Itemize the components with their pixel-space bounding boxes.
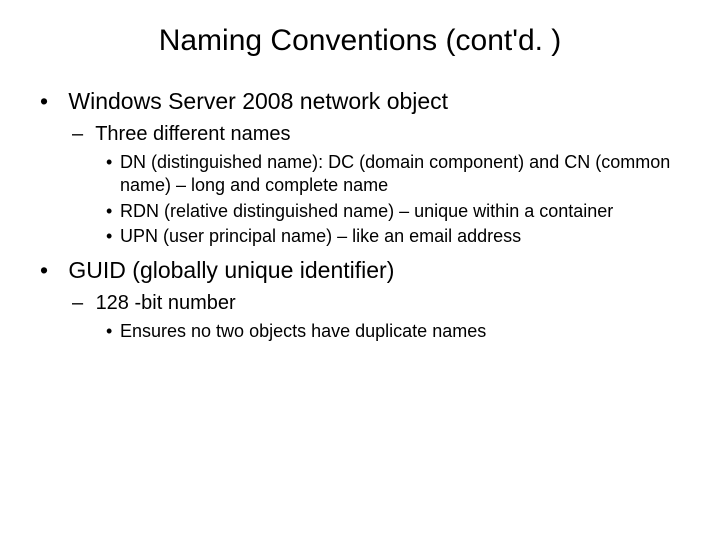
slide-title: Naming Conventions (cont'd. ) [40, 24, 680, 58]
list-item: DN (distinguished name): DC (domain comp… [106, 151, 680, 198]
slide: Naming Conventions (cont'd. ) Windows Se… [0, 0, 720, 540]
bullet-list-lvl2: 128 -bit number Ensures no two objects h… [40, 290, 680, 343]
list-item-text: Ensures no two objects have duplicate na… [120, 321, 486, 341]
list-item: RDN (relative distinguished name) – uniq… [106, 200, 680, 223]
list-item: Three different names DN (distinguished … [72, 121, 680, 249]
bullet-list-lvl3: Ensures no two objects have duplicate na… [72, 320, 680, 343]
list-item: 128 -bit number Ensures no two objects h… [72, 290, 680, 343]
bullet-list-lvl2: Three different names DN (distinguished … [40, 121, 680, 249]
list-item: GUID (globally unique identifier) 128 -b… [40, 255, 680, 343]
list-item-text: RDN (relative distinguished name) – uniq… [120, 201, 613, 221]
list-item-text: Windows Server 2008 network object [68, 88, 448, 114]
list-item: Ensures no two objects have duplicate na… [106, 320, 680, 343]
list-item-text: 128 -bit number [96, 292, 236, 314]
bullet-list-lvl3: DN (distinguished name): DC (domain comp… [72, 151, 680, 249]
list-item-text: Three different names [95, 123, 290, 145]
list-item-text: DN (distinguished name): DC (domain comp… [120, 152, 670, 195]
list-item: UPN (user principal name) – like an emai… [106, 225, 680, 248]
list-item: Windows Server 2008 network object Three… [40, 86, 680, 249]
list-item-text: UPN (user principal name) – like an emai… [120, 226, 521, 246]
bullet-list-lvl1: Windows Server 2008 network object Three… [40, 86, 680, 343]
list-item-text: GUID (globally unique identifier) [68, 257, 394, 283]
